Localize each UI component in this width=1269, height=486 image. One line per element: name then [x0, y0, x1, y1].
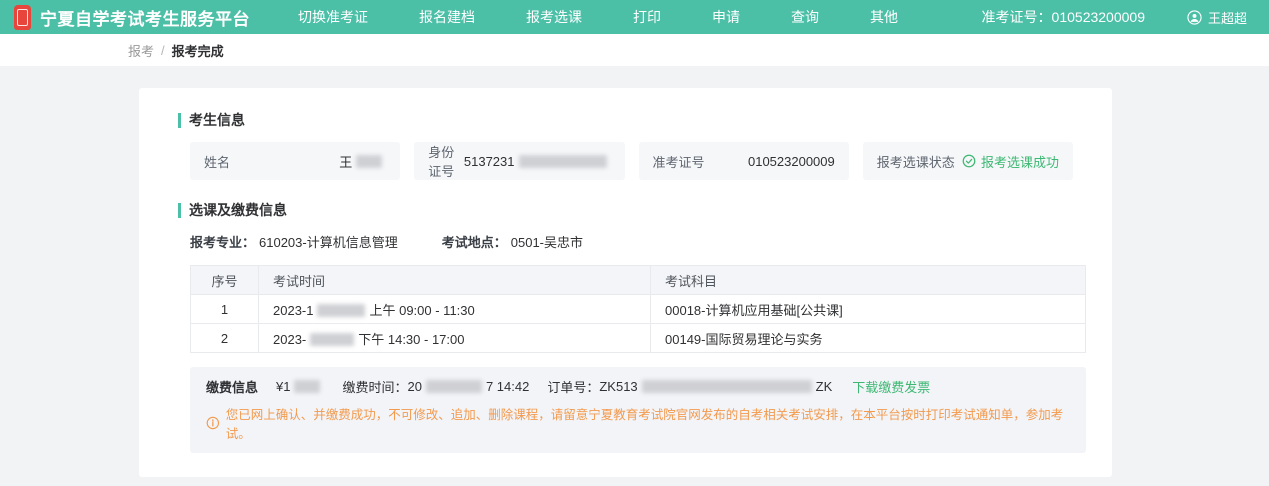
nav-item-other[interactable]: 其他 — [870, 7, 898, 27]
redacted-blur — [519, 155, 607, 168]
field-value: 010523200009 — [748, 154, 835, 169]
section-title-course-payment: 选课及缴费信息 — [178, 200, 1073, 220]
payment-title: 缴费信息 — [206, 377, 258, 396]
redacted-blur — [294, 380, 320, 393]
field-label: 姓名 — [204, 152, 230, 171]
info-field-selection-status: 报考选课状态 报考选课成功 — [863, 142, 1073, 180]
main-nav: 切换准考证 报名建档 报考选课 打印 申请 查询 其他 — [298, 7, 898, 27]
field-label: 身份证号 — [428, 142, 464, 180]
cell-subject: 00149-国际贸易理论与实务 — [651, 324, 1086, 353]
nav-item-apply[interactable]: 申请 — [712, 7, 740, 27]
payment-info-box: 缴费信息 ¥1 缴费时间：207 14:42 订单号：ZK513ZK 下载缴费发… — [190, 367, 1086, 453]
top-header: 宁夏自学考试考生服务平台 切换准考证 报名建档 报考选课 打印 申请 查询 其他… — [0, 0, 1269, 34]
status-text: 报考选课成功 — [981, 152, 1059, 171]
user-icon — [1187, 10, 1202, 25]
table-header-row: 序号 考试时间 考试科目 — [191, 266, 1086, 295]
cell-no: 1 — [191, 295, 259, 324]
page-body: 考生信息 姓名 王 身份证号 5137231 准考证号 010523200009… — [0, 66, 1269, 486]
report-complete-card: 考生信息 姓名 王 身份证号 5137231 准考证号 010523200009… — [139, 88, 1112, 477]
exam-site-field: 考试地点：0501-吴忠市 — [442, 232, 583, 251]
redacted-blur — [356, 155, 382, 168]
payment-notice: 您已网上确认、并缴费成功，不可修改、追加、删除课程，请留意宁夏教育考试院官网发布… — [206, 404, 1070, 442]
payment-order-number: 订单号：ZK513ZK — [547, 377, 832, 396]
payment-summary-line: 缴费信息 ¥1 缴费时间：207 14:42 订单号：ZK513ZK 下载缴费发… — [206, 377, 1070, 396]
cell-subject: 00018-计算机应用基础[公共课] — [651, 295, 1086, 324]
column-header-no: 序号 — [191, 266, 259, 295]
ticket-number: 准考证号：010523200009 — [982, 7, 1145, 27]
field-value: 王 — [339, 152, 386, 171]
nav-item-switch-ticket[interactable]: 切换准考证 — [298, 7, 368, 27]
redacted-blur — [426, 380, 482, 393]
nav-item-print[interactable]: 打印 — [633, 7, 661, 27]
info-field-name: 姓名 王 — [190, 142, 400, 180]
check-circle-icon — [962, 154, 976, 168]
column-header-subject: 考试科目 — [651, 266, 1086, 295]
breadcrumb-parent[interactable]: 报考 — [128, 41, 154, 60]
table-row: 2 2023-下午 14:30 - 17:00 00149-国际贸易理论与实务 — [191, 324, 1086, 353]
section-title-bar — [178, 113, 181, 128]
section-title-candidate-info: 考生信息 — [178, 110, 1073, 130]
ticket-number-label: 准考证号： — [982, 9, 1052, 25]
payment-notice-text: 您已网上确认、并缴费成功，不可修改、追加、删除课程，请留意宁夏教育考试院官网发布… — [226, 404, 1070, 442]
course-meta-line: 报考专业：610203-计算机信息管理 考试地点：0501-吴忠市 — [190, 232, 1073, 251]
user-menu[interactable]: 王超超 — [1187, 8, 1247, 27]
nav-item-course-selection[interactable]: 报考选课 — [526, 7, 582, 27]
nav-item-registration[interactable]: 报名建档 — [419, 7, 475, 27]
table-row: 1 2023-1上午 09:00 - 11:30 00018-计算机应用基础[公… — [191, 295, 1086, 324]
course-table: 序号 考试时间 考试科目 1 2023-1上午 09:00 - 11:30 00… — [190, 265, 1086, 353]
ticket-number-value: 010523200009 — [1052, 9, 1145, 25]
seal-logo-icon — [14, 5, 31, 30]
redacted-blur — [310, 333, 354, 346]
cell-exam-time: 2023-下午 14:30 - 17:00 — [259, 324, 651, 353]
redacted-blur — [317, 304, 365, 317]
payment-time: 缴费时间：207 14:42 — [342, 377, 529, 396]
status-badge: 报考选课成功 — [962, 152, 1059, 171]
breadcrumb-separator: / — [161, 43, 165, 58]
user-name: 王超超 — [1208, 8, 1247, 27]
payment-amount: ¥1 — [276, 379, 324, 394]
header-right: 准考证号：010523200009 王超超 — [982, 7, 1247, 27]
column-header-time: 考试时间 — [259, 266, 651, 295]
breadcrumb: 报考 / 报考完成 — [0, 34, 1269, 66]
site-title: 宁夏自学考试考生服务平台 — [40, 5, 250, 30]
cell-no: 2 — [191, 324, 259, 353]
section-title-text: 考生信息 — [189, 110, 245, 130]
breadcrumb-current: 报考完成 — [172, 41, 224, 60]
section-title-text: 选课及缴费信息 — [189, 200, 287, 220]
brand: 宁夏自学考试考生服务平台 — [14, 5, 272, 30]
major-field: 报考专业：610203-计算机信息管理 — [190, 232, 398, 251]
info-field-id-number: 身份证号 5137231 — [414, 142, 624, 180]
field-label: 准考证号 — [653, 152, 705, 171]
info-field-ticket-number: 准考证号 010523200009 — [639, 142, 849, 180]
nav-item-query[interactable]: 查询 — [791, 7, 819, 27]
candidate-info-row: 姓名 王 身份证号 5137231 准考证号 010523200009 报考选课… — [190, 142, 1073, 180]
cell-exam-time: 2023-1上午 09:00 - 11:30 — [259, 295, 651, 324]
info-circle-icon — [206, 416, 220, 430]
field-label: 报考选课状态 — [877, 152, 955, 171]
redacted-blur — [642, 380, 812, 393]
section-title-bar — [178, 203, 181, 218]
field-value: 5137231 — [464, 154, 611, 169]
download-invoice-link[interactable]: 下载缴费发票 — [852, 377, 930, 396]
